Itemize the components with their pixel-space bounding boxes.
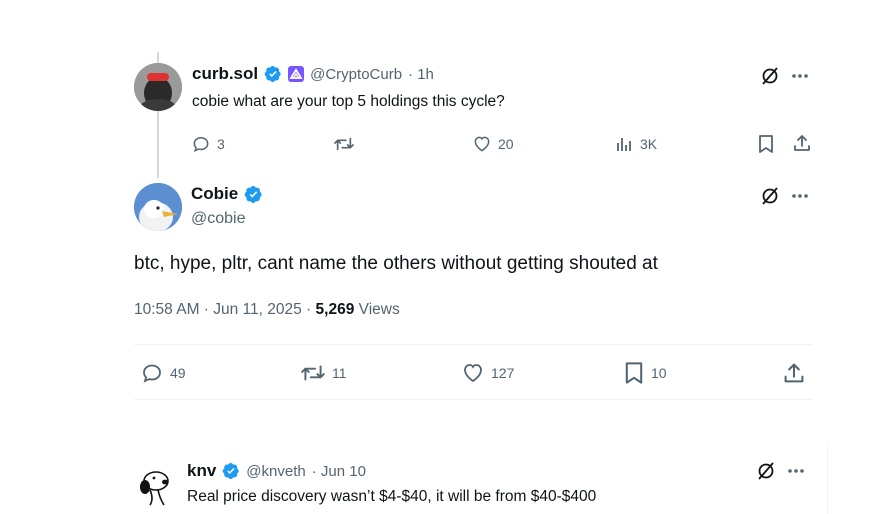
like-count: 20 [498, 136, 514, 152]
verified-badge-icon [264, 65, 282, 83]
reply-action[interactable]: 49 [140, 361, 186, 385]
author-handle[interactable]: @knveth [246, 463, 305, 480]
divider [134, 399, 812, 400]
retweet-icon [300, 361, 326, 385]
avatar-curb[interactable] [134, 63, 182, 111]
author-handle[interactable]: @CryptoCurb [310, 66, 402, 83]
retweet-count: 11 [332, 365, 347, 381]
retweet-icon [333, 134, 355, 154]
retweet-action[interactable] [333, 134, 355, 154]
reply-icon [140, 361, 164, 385]
avatar-knv[interactable] [132, 461, 178, 507]
tweet-time[interactable]: · Jun 10 [312, 463, 366, 480]
bookmark-icon [623, 361, 645, 385]
more-icon[interactable] [787, 468, 805, 474]
author-handle[interactable]: @cobie [191, 210, 246, 228]
bookmark-action[interactable]: 10 [623, 361, 667, 385]
bookmark-count: 10 [651, 365, 667, 381]
retweet-action[interactable]: 11 [300, 361, 347, 385]
tweet-text: btc, hype, pltr, cant name the others wi… [134, 253, 658, 274]
author-name[interactable]: curb.sol [192, 64, 258, 84]
grok-icon[interactable] [756, 461, 776, 481]
author-name[interactable]: Cobie [191, 184, 238, 204]
tweet-text: cobie what are your top 5 holdings this … [192, 93, 505, 110]
reply-count: 3 [217, 136, 225, 152]
verified-badge-icon [244, 185, 263, 204]
verified-badge-icon [222, 462, 240, 480]
tweet-meta: 10:58 AM · Jun 11, 2025 · 5,269 Views [134, 301, 400, 319]
view-count: 3K [640, 136, 658, 152]
affiliate-badge-icon[interactable] [288, 66, 305, 82]
divider [134, 344, 812, 345]
reply-right-border [827, 446, 828, 514]
reply-count: 49 [170, 365, 186, 381]
tweet-timestamp[interactable]: 10:58 AM · Jun 11, 2025 · [134, 301, 316, 318]
more-icon[interactable] [791, 73, 809, 79]
like-icon [472, 134, 492, 154]
like-icon [461, 361, 485, 385]
views-label: Views [354, 301, 400, 318]
author-name[interactable]: knv [187, 461, 216, 481]
reply-icon [191, 134, 211, 154]
tweet-text: Real price discovery wasn’t $4-$40, it w… [187, 488, 597, 505]
grok-icon[interactable] [760, 66, 780, 86]
like-action[interactable]: 20 [472, 134, 514, 154]
views-action[interactable]: 3K [614, 134, 657, 154]
share-icon[interactable] [782, 361, 806, 385]
view-count: 5,269 [315, 301, 355, 318]
views-icon [614, 134, 634, 154]
like-action[interactable]: 127 [461, 361, 514, 385]
bookmark-icon[interactable] [757, 134, 775, 154]
share-icon[interactable] [792, 133, 812, 153]
avatar-cobie[interactable] [134, 183, 182, 231]
tweet-time[interactable]: · 1h [408, 66, 434, 83]
more-icon[interactable] [791, 193, 809, 199]
grok-icon[interactable] [760, 186, 780, 206]
reply-action[interactable]: 3 [191, 134, 225, 154]
like-count: 127 [491, 365, 515, 381]
